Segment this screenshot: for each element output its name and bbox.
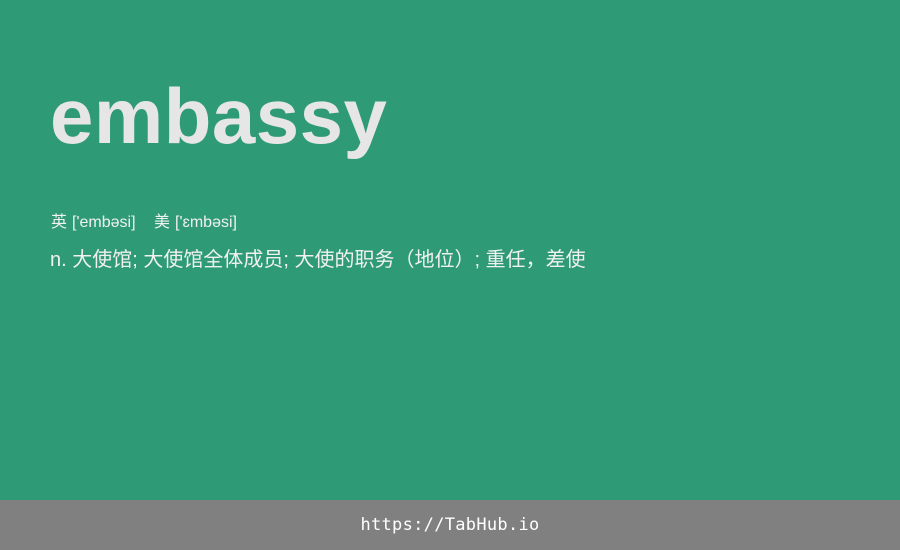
uk-ipa: ['embəsi] <box>72 214 136 231</box>
uk-pronunciation: 英 ['embəsi] <box>51 212 136 234</box>
uk-label: 英 <box>51 214 68 231</box>
tabhub-link[interactable]: https://TabHub.io <box>360 515 539 535</box>
headword: embassy <box>50 72 388 160</box>
phonetics-row: 英 ['embəsi] 美 ['ɛmbəsi] <box>51 212 237 234</box>
word-card: embassy 英 ['embəsi] 美 ['ɛmbəsi] n. 大使馆; 大使… <box>0 0 900 500</box>
definition: n. 大使馆; 大使馆全体成员; 大使的职务（地位）; 重任，差使 <box>50 249 586 271</box>
us-pronunciation: 美 ['ɛmbəsi] <box>154 212 237 234</box>
footer-bar: https://TabHub.io <box>0 500 900 550</box>
us-label: 美 <box>154 214 171 231</box>
us-ipa: ['ɛmbəsi] <box>175 214 237 231</box>
